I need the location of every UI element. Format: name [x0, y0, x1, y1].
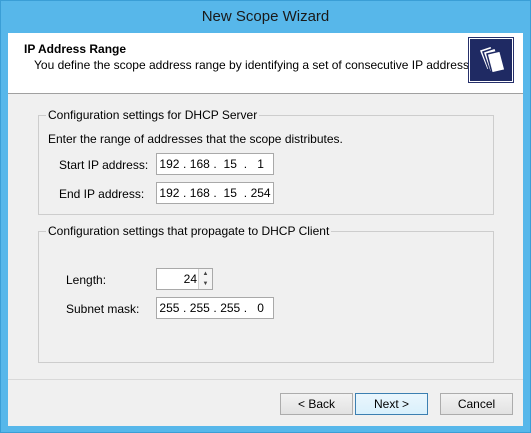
- client-config-legend: Configuration settings that propagate to…: [46, 224, 332, 238]
- page-title: IP Address Range: [24, 42, 127, 56]
- length-spin-buttons: ▲ ▼: [198, 269, 212, 289]
- length-value[interactable]: 24: [184, 272, 197, 286]
- end-ip-octet-1[interactable]: 192: [157, 186, 182, 200]
- length-spinner[interactable]: 24 ▲ ▼: [156, 268, 213, 290]
- wizard-client-area: IP Address Range You define the scope ad…: [8, 33, 523, 426]
- window-title: New Scope Wizard: [201, 8, 330, 25]
- start-ip-input[interactable]: 192. 168. 15. 1: [156, 153, 274, 175]
- client-config-group: Configuration settings that propagate to…: [38, 224, 494, 363]
- subnet-mask-input[interactable]: 255. 255. 255. 0: [156, 297, 274, 319]
- end-ip-octet-2[interactable]: 168: [187, 186, 212, 200]
- length-label: Length:: [66, 273, 107, 287]
- server-config-group: Configuration settings for DHCP Server E…: [38, 108, 494, 215]
- next-button[interactable]: Next >: [355, 393, 428, 415]
- folders-icon: [468, 37, 514, 83]
- page-subtitle: You define the scope address range by id…: [34, 58, 485, 72]
- start-ip-octet-3[interactable]: 15: [218, 157, 243, 171]
- start-ip-octet-1[interactable]: 192: [157, 157, 182, 171]
- spin-down-arrow-icon[interactable]: ▼: [199, 279, 212, 289]
- back-button[interactable]: < Back: [280, 393, 353, 415]
- mask-octet-3[interactable]: 255: [218, 301, 243, 315]
- mask-octet-4[interactable]: 0: [248, 301, 273, 315]
- cancel-button[interactable]: Cancel: [440, 393, 513, 415]
- end-ip-octet-4[interactable]: 254: [248, 186, 273, 200]
- subnet-mask-label: Subnet mask:: [66, 302, 140, 316]
- mask-octet-1[interactable]: 255: [157, 301, 182, 315]
- server-config-legend: Configuration settings for DHCP Server: [46, 108, 260, 122]
- start-ip-octet-2[interactable]: 168: [187, 157, 212, 171]
- start-ip-label: Start IP address:: [59, 158, 149, 172]
- range-instruction: Enter the range of addresses that the sc…: [48, 132, 343, 146]
- end-ip-octet-3[interactable]: 15: [218, 186, 243, 200]
- wizard-header: IP Address Range You define the scope ad…: [8, 33, 523, 94]
- button-separator: [8, 379, 523, 380]
- wizard-window: New Scope Wizard IP Address Range You de…: [0, 0, 531, 433]
- end-ip-input[interactable]: 192. 168. 15. 254: [156, 182, 274, 204]
- start-ip-octet-4[interactable]: 1: [248, 157, 273, 171]
- end-ip-label: End IP address:: [59, 187, 145, 201]
- mask-octet-2[interactable]: 255: [187, 301, 212, 315]
